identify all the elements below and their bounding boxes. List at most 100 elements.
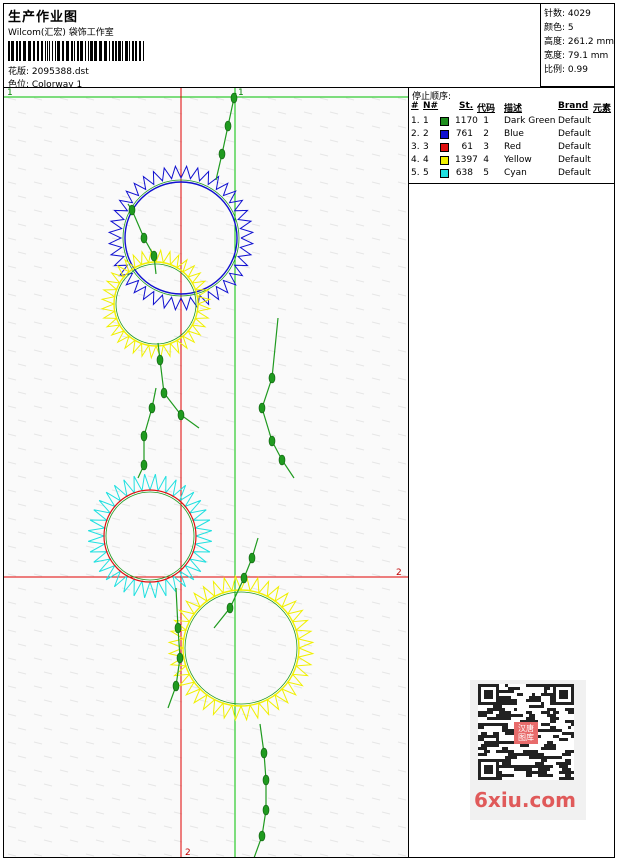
table-cell-st: 1397 xyxy=(455,155,478,165)
color-swatch xyxy=(440,143,449,152)
leaf-bead xyxy=(174,622,182,634)
table-cell-idx: 1. xyxy=(411,116,420,126)
color-swatch xyxy=(440,117,449,126)
leaf-bead xyxy=(230,92,238,104)
leaf-bead xyxy=(148,402,156,414)
axis-label-top: 1 xyxy=(238,88,244,98)
table-cell-desc: Blue xyxy=(504,129,524,139)
leaf-bead xyxy=(278,454,286,466)
vine-right xyxy=(261,317,295,479)
barcode-icon xyxy=(8,41,144,61)
leaf-bead xyxy=(177,409,185,421)
leaf-bead xyxy=(172,680,180,692)
table-cell-code: 5 xyxy=(483,168,489,178)
stat-width: 宽度: 79.1 mm xyxy=(544,51,609,61)
axis-label-bottom: 2 xyxy=(185,848,191,858)
leaf-bead xyxy=(128,204,136,216)
col-header-index: # xyxy=(411,101,419,111)
table-cell-st: 638 xyxy=(455,168,473,178)
table-cell-code: 3 xyxy=(483,142,489,152)
table-cell-n: 4 xyxy=(423,155,429,165)
page-title: 生产作业图 xyxy=(8,10,79,25)
red-flower-circle xyxy=(103,489,197,583)
color-swatch xyxy=(440,130,449,139)
leaf-bead xyxy=(140,232,148,244)
col-header-st: St. xyxy=(459,101,474,111)
table-cell-brand: Default xyxy=(558,142,591,152)
company-name: Wilcom(汇宏) 袋饰工作室 xyxy=(8,28,114,38)
col-header-code: 代码 xyxy=(477,104,496,114)
yellow-flower-ring-2 xyxy=(167,574,315,722)
yellow-flower-circle-2 xyxy=(182,589,300,707)
col-header-element: 元素 xyxy=(593,104,612,114)
leaf-bead xyxy=(150,250,158,262)
table-cell-brand: Default xyxy=(558,168,591,178)
watermark: 汉唐 图库 6xiu.com xyxy=(470,680,586,820)
table-cell-desc: Yellow xyxy=(504,155,532,165)
leaf-bead xyxy=(218,148,226,160)
cyan-flower-ring xyxy=(88,474,212,598)
qr-code-icon: 汉唐图库 xyxy=(478,684,574,780)
panel-divider xyxy=(408,88,409,857)
table-cell-brand: Default xyxy=(558,155,591,165)
axis-label-right: 2 xyxy=(396,568,402,578)
table-cell-idx: 5. xyxy=(411,168,420,178)
table-cell-st: 61 xyxy=(461,142,473,152)
table-cell-st: 761 xyxy=(455,129,473,139)
table-cell-n: 1 xyxy=(423,116,429,126)
table-cell-idx: 2. xyxy=(411,129,420,139)
leaf-bead xyxy=(260,747,268,759)
vine-top xyxy=(215,92,237,181)
col-header-brand: Brand xyxy=(558,101,589,111)
leaf-bead xyxy=(160,387,168,399)
color-swatch xyxy=(440,156,449,165)
leaf-bead xyxy=(156,354,164,366)
stat-height: 高度: 261.2 mm xyxy=(544,37,615,47)
axis-label-left: 1 xyxy=(7,88,13,98)
table-cell-n: 2 xyxy=(423,129,429,139)
table-cell-code: 2 xyxy=(483,129,489,139)
stat-colors: 颜色: 5 xyxy=(544,23,574,33)
yellow-flower-circle-1 xyxy=(113,261,199,347)
leaf-bead xyxy=(262,804,270,816)
header: 生产作业图 Wilcom(汇宏) 袋饰工作室 花版: 2095388.dst 色… xyxy=(4,4,540,90)
leaf-bead xyxy=(268,435,276,447)
table-cell-code: 1 xyxy=(483,116,489,126)
stat-scale: 比例: 0.99 xyxy=(544,65,588,75)
leaf-bead xyxy=(240,572,248,584)
col-header-n: N# xyxy=(423,101,439,111)
site-logo: 6xiu.com xyxy=(474,788,576,812)
yellow-flower-inner-2 xyxy=(184,591,298,705)
yellow-flower-ring-1 xyxy=(100,248,212,360)
leaf-bead xyxy=(258,402,266,414)
leaf-bead xyxy=(140,430,148,442)
stat-stitches: 针数: 4029 xyxy=(544,9,591,19)
table-cell-brand: Default xyxy=(558,129,591,139)
leaf-bead xyxy=(140,459,148,471)
leaf-bead xyxy=(248,552,256,564)
stats-panel: 针数: 4029 颜色: 5 高度: 261.2 mm 宽度: 79.1 mm … xyxy=(540,3,615,87)
svg-text:汉唐: 汉唐 xyxy=(518,723,534,733)
leaf-bead xyxy=(258,830,266,842)
table-cell-st: 1170 xyxy=(455,116,478,126)
table-cell-desc: Dark Green xyxy=(504,116,556,126)
leaf-bead xyxy=(262,774,270,786)
table-cell-desc: Cyan xyxy=(504,168,527,178)
embroidery-preview xyxy=(4,88,408,857)
table-cell-code: 4 xyxy=(483,155,489,165)
table-cell-n: 5 xyxy=(423,168,429,178)
svg-text:图库: 图库 xyxy=(518,732,534,742)
leaf-bead xyxy=(226,602,234,614)
color-swatch xyxy=(440,169,449,178)
table-cell-desc: Red xyxy=(504,142,522,152)
table-cell-brand: Default xyxy=(558,116,591,126)
vine-center xyxy=(213,537,259,629)
table-cell-idx: 4. xyxy=(411,155,420,165)
table-cell-n: 3 xyxy=(423,142,429,152)
leaf-bead xyxy=(268,372,276,384)
table-cell-idx: 3. xyxy=(411,142,420,152)
col-header-desc: 描述 xyxy=(504,104,523,114)
leaf-bead xyxy=(176,652,184,664)
design-canvas: 1 1 2 2 xyxy=(4,88,408,858)
leaf-bead xyxy=(224,120,232,132)
